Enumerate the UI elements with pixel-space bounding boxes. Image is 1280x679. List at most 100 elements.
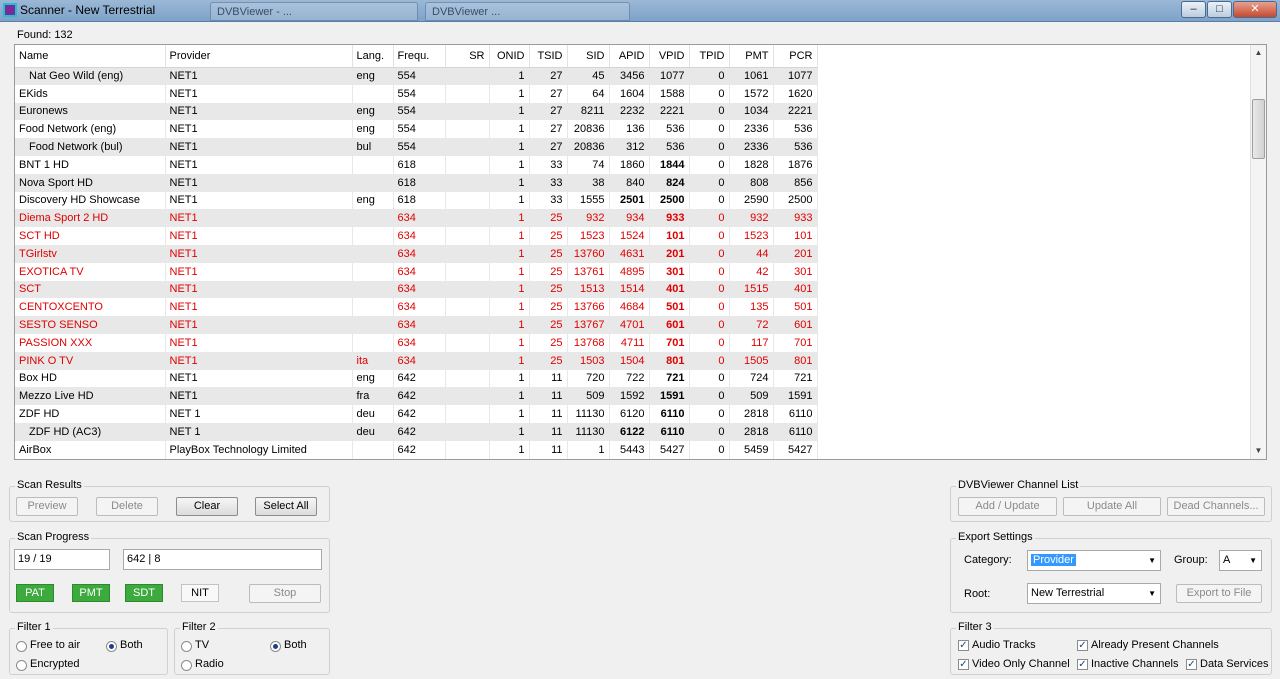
data-services-checkbox[interactable]: ✓ — [1186, 659, 1197, 670]
radio-radio[interactable] — [181, 660, 192, 671]
onid-cell: 1 — [489, 387, 530, 406]
dead-channels-button[interactable]: Dead Channels... — [1167, 497, 1265, 516]
category-select[interactable]: Provider ▼ — [1027, 550, 1161, 571]
add-update-button[interactable]: Add / Update — [958, 497, 1057, 516]
table-row[interactable]: EKids NET1 554 1 27 64 1604 1588 0 1572 1620 — [15, 84, 818, 103]
table-row[interactable]: Nova Sport HD NET1 618 1 33 38 840 824 0 808 856 — [15, 173, 818, 192]
table-row[interactable]: Discovery HD Showcase NET1 eng 618 1 33 1555 25… — [15, 191, 818, 210]
table-row[interactable]: TGirlstv NET1 634 1 25 13760 4631 201 0 44 201 — [15, 244, 818, 263]
table-row[interactable]: ZDF HD NET 1 deu 642 1 11 11130 6120 6110 0 2818 61… — [15, 405, 818, 423]
column-header-tpid[interactable]: TPID — [689, 45, 730, 68]
inactive-channels-label[interactable]: Inactive Channels — [1091, 658, 1178, 670]
delete-button[interactable]: Delete — [96, 497, 158, 516]
table-row[interactable]: PASSION XXX NET1 634 1 25 13768 4711 701 0 117 701 — [15, 333, 818, 352]
table-row[interactable]: EXOTICA TV NET1 634 1 25 13761 4895 301 0 42 301 — [15, 262, 818, 281]
tpid-cell: 0 — [689, 209, 730, 228]
table-row[interactable]: SESTO SENSO NET1 634 1 25 13767 4701 601 0 72 601 — [15, 316, 818, 334]
free-to-air-radio[interactable] — [16, 641, 27, 652]
background-window-tab[interactable]: DVBViewer - ... — [210, 2, 418, 21]
tpid-cell: 0 — [689, 138, 730, 156]
video-only-label[interactable]: Video Only Channel — [972, 658, 1070, 670]
apid-cell: 1592 — [609, 387, 650, 406]
column-header-provider[interactable]: Provider — [165, 45, 353, 68]
encrypted-label[interactable]: Encrypted — [30, 658, 80, 670]
table-row[interactable]: Food Network (bul) NET1 bul 554 1 27 20836 312 5… — [15, 138, 818, 156]
table-row[interactable]: Nat Geo Wild (eng) NET1 eng 554 1 27 45 3456 107… — [15, 67, 818, 85]
table-row[interactable]: AirBox PlayBox Technology Limited 642 1 11 1 5… — [15, 440, 818, 459]
sr-cell — [445, 387, 490, 406]
column-header-onid[interactable]: ONID — [489, 45, 530, 68]
column-header-apid[interactable]: APID — [609, 45, 650, 68]
column-header-sr[interactable]: SR — [445, 45, 490, 68]
update-all-button[interactable]: Update All — [1063, 497, 1161, 516]
minimize-button[interactable]: – — [1181, 1, 1206, 18]
root-select[interactable]: New Terrestrial ▼ — [1027, 583, 1161, 604]
provider-cell: NET1 — [165, 298, 353, 317]
column-header-lang[interactable]: Lang. — [352, 45, 394, 68]
filter2-both-radio[interactable] — [270, 641, 281, 652]
already-present-checkbox[interactable]: ✓ — [1077, 640, 1088, 651]
maximize-button[interactable]: □ — [1207, 1, 1232, 18]
provider-cell: NET1 — [165, 227, 353, 245]
stop-button[interactable]: Stop — [249, 584, 321, 603]
column-header-pcr[interactable]: PCR — [773, 45, 818, 68]
sid-cell: 509 — [567, 387, 610, 406]
close-button[interactable]: ✕ — [1233, 1, 1277, 18]
table-row[interactable]: PINK O TV NET1 ita 634 1 25 1503 1504 801 0 1505 80… — [15, 351, 818, 370]
inactive-channels-checkbox[interactable]: ✓ — [1077, 659, 1088, 670]
pmt-cell: 724 — [729, 369, 774, 388]
encrypted-radio[interactable] — [16, 660, 27, 671]
table-row[interactable]: BNT 1 HD NET1 618 1 33 74 1860 1844 0 1828 1876 — [15, 155, 818, 174]
table-row[interactable]: CENTOXCENTO NET1 634 1 25 13766 4684 501 0 135 501 — [15, 298, 818, 317]
audio-tracks-label[interactable]: Audio Tracks — [972, 639, 1036, 651]
group-select[interactable]: A ▼ — [1219, 550, 1262, 571]
frequency-cell: 618 — [393, 155, 446, 174]
free-to-air-label[interactable]: Free to air — [30, 639, 80, 651]
sid-cell: 45 — [567, 67, 610, 85]
table-row[interactable]: Box HD NET1 eng 642 1 11 720 722 721 0 724 721 — [15, 369, 818, 388]
apid-cell: 1604 — [609, 84, 650, 103]
tv-radio[interactable] — [181, 641, 192, 652]
vpid-cell: 824 — [649, 173, 690, 192]
filter3-group: Filter 3 ✓ Audio Tracks ✓ Already Presen… — [950, 621, 1272, 675]
channel-table[interactable]: Name Provider Lang. Frequ. SR ONID TSID … — [15, 45, 818, 459]
column-header-tsid[interactable]: TSID — [529, 45, 568, 68]
scroll-down-arrow-icon[interactable]: ▼ — [1251, 443, 1266, 459]
channel-name-cell: PASSION XXX — [15, 333, 166, 352]
lang-cell: eng — [352, 369, 394, 388]
audio-tracks-checkbox[interactable]: ✓ — [958, 640, 969, 651]
table-row[interactable]: Food Network (eng) NET1 eng 554 1 27 20836 136 5… — [15, 120, 818, 139]
filter1-both-radio[interactable] — [106, 641, 117, 652]
column-header-sid[interactable]: SID — [567, 45, 610, 68]
column-header-vpid[interactable]: VPID — [649, 45, 690, 68]
select-all-button[interactable]: Select All — [255, 497, 317, 516]
table-row[interactable]: Mezzo Live HD NET1 fra 642 1 11 509 1592 1591 0 50… — [15, 387, 818, 406]
column-header-frequ[interactable]: Frequ. — [393, 45, 446, 68]
preview-button[interactable]: Preview — [16, 497, 78, 516]
already-present-label[interactable]: Already Present Channels — [1091, 639, 1219, 651]
table-row[interactable]: SCT NET1 634 1 25 1513 1514 401 0 1515 401 — [15, 280, 818, 299]
table-row[interactable]: ZDF HD (AC3) NET 1 deu 642 1 11 11130 6122 6110 0… — [15, 422, 818, 441]
table-row[interactable]: Euronews NET1 eng 554 1 27 8211 2232 2221 0 1034 22… — [15, 102, 818, 121]
scroll-up-arrow-icon[interactable]: ▲ — [1251, 45, 1266, 61]
table-row[interactable]: SCT HD NET1 634 1 25 1523 1524 101 0 1523 101 — [15, 227, 818, 245]
table-row[interactable]: Diema Sport 2 HD NET1 634 1 25 932 934 933 0 932 9… — [15, 209, 818, 228]
apid-cell: 6122 — [609, 422, 650, 441]
scroll-thumb[interactable] — [1252, 99, 1265, 159]
radio-label[interactable]: Radio — [195, 658, 224, 670]
data-services-label[interactable]: Data Services — [1200, 658, 1268, 670]
export-to-file-button[interactable]: Export to File — [1176, 584, 1262, 603]
tv-label[interactable]: TV — [195, 639, 209, 651]
background-window-tab[interactable]: DVBViewer ... — [425, 2, 630, 21]
vertical-scrollbar[interactable]: ▲ ▼ — [1250, 45, 1266, 459]
video-only-checkbox[interactable]: ✓ — [958, 659, 969, 670]
column-header-name[interactable]: Name — [15, 45, 166, 68]
pmt-cell: 509 — [729, 387, 774, 406]
sr-cell — [445, 280, 490, 299]
column-header-pmt[interactable]: PMT — [729, 45, 774, 68]
tsid-cell: 25 — [529, 316, 568, 334]
clear-button[interactable]: Clear — [176, 497, 238, 516]
filter2-both-label[interactable]: Both — [284, 639, 307, 651]
filter1-both-label[interactable]: Both — [120, 639, 143, 651]
channel-list[interactable]: Name Provider Lang. Frequ. SR ONID TSID … — [14, 44, 1267, 460]
